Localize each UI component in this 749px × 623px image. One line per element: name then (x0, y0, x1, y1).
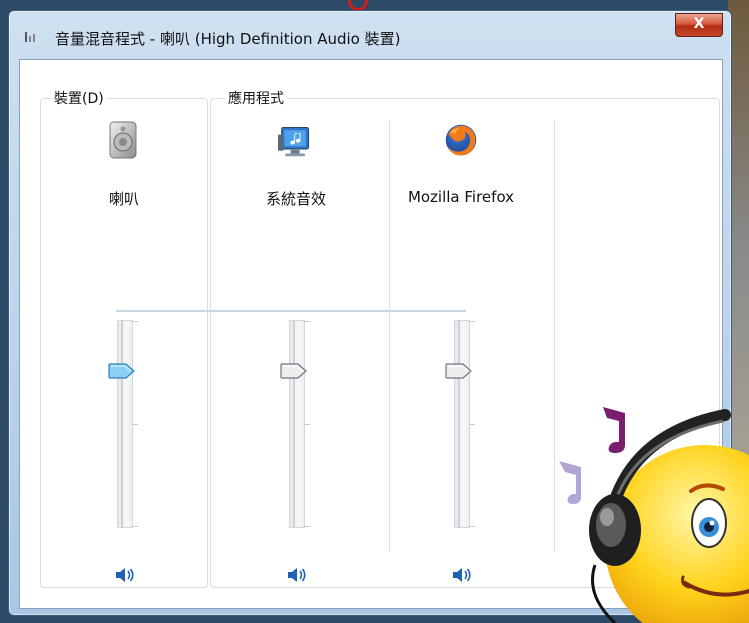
volume-slider-track[interactable] (117, 320, 138, 528)
music-note-icon (559, 461, 581, 504)
speaker-mute-icon[interactable] (114, 566, 136, 584)
system-sounds-icon[interactable] (278, 120, 314, 160)
channel-firefox: Mozilla Firefox (379, 120, 543, 582)
channel-label: 系統音效 (265, 190, 326, 208)
slider-groove (458, 321, 460, 527)
title-bar[interactable]: 音量混音程式 - 喇叭 (High Definition Audio 裝置) X (9, 11, 731, 59)
slider-tick (304, 321, 310, 322)
firefox-icon[interactable] (443, 120, 479, 160)
slider-groove (121, 321, 123, 527)
volume-slider-track[interactable] (454, 320, 475, 528)
slider-groove (293, 321, 295, 527)
volume-slider-track[interactable] (289, 320, 310, 528)
slider-tick (304, 424, 310, 425)
speaker-device-icon[interactable] (106, 120, 142, 160)
volume-slider-thumb[interactable] (280, 363, 308, 379)
slider-tick (132, 526, 138, 527)
channel-label: 喇叭 (108, 190, 139, 208)
applications-group-label: 應用程式 (225, 88, 287, 108)
volume-slider-thumb[interactable] (445, 363, 473, 379)
volume-mixer-icon (25, 32, 35, 42)
window-title: 音量混音程式 - 喇叭 (High Definition Audio 裝置) (55, 30, 401, 48)
close-button[interactable]: X (675, 13, 723, 37)
slider-tick (132, 424, 138, 425)
speaker-mute-icon[interactable] (451, 566, 473, 584)
slider-tick (469, 526, 475, 527)
slider-tick (304, 526, 310, 527)
slider-tick (469, 321, 475, 322)
channel-system-sounds: 系統音效 (214, 120, 378, 582)
channel-label: Mozilla Firefox (407, 188, 515, 206)
channel-speaker: 喇叭 (42, 120, 206, 582)
slider-tick (469, 424, 475, 425)
smiley-headphones-illustration (559, 407, 749, 623)
music-note-icon (603, 407, 625, 453)
speaker-mute-icon[interactable] (286, 566, 308, 584)
volume-slider-thumb[interactable] (108, 363, 136, 379)
slider-tick (132, 321, 138, 322)
device-group-label[interactable]: 裝置(D) (51, 88, 107, 108)
